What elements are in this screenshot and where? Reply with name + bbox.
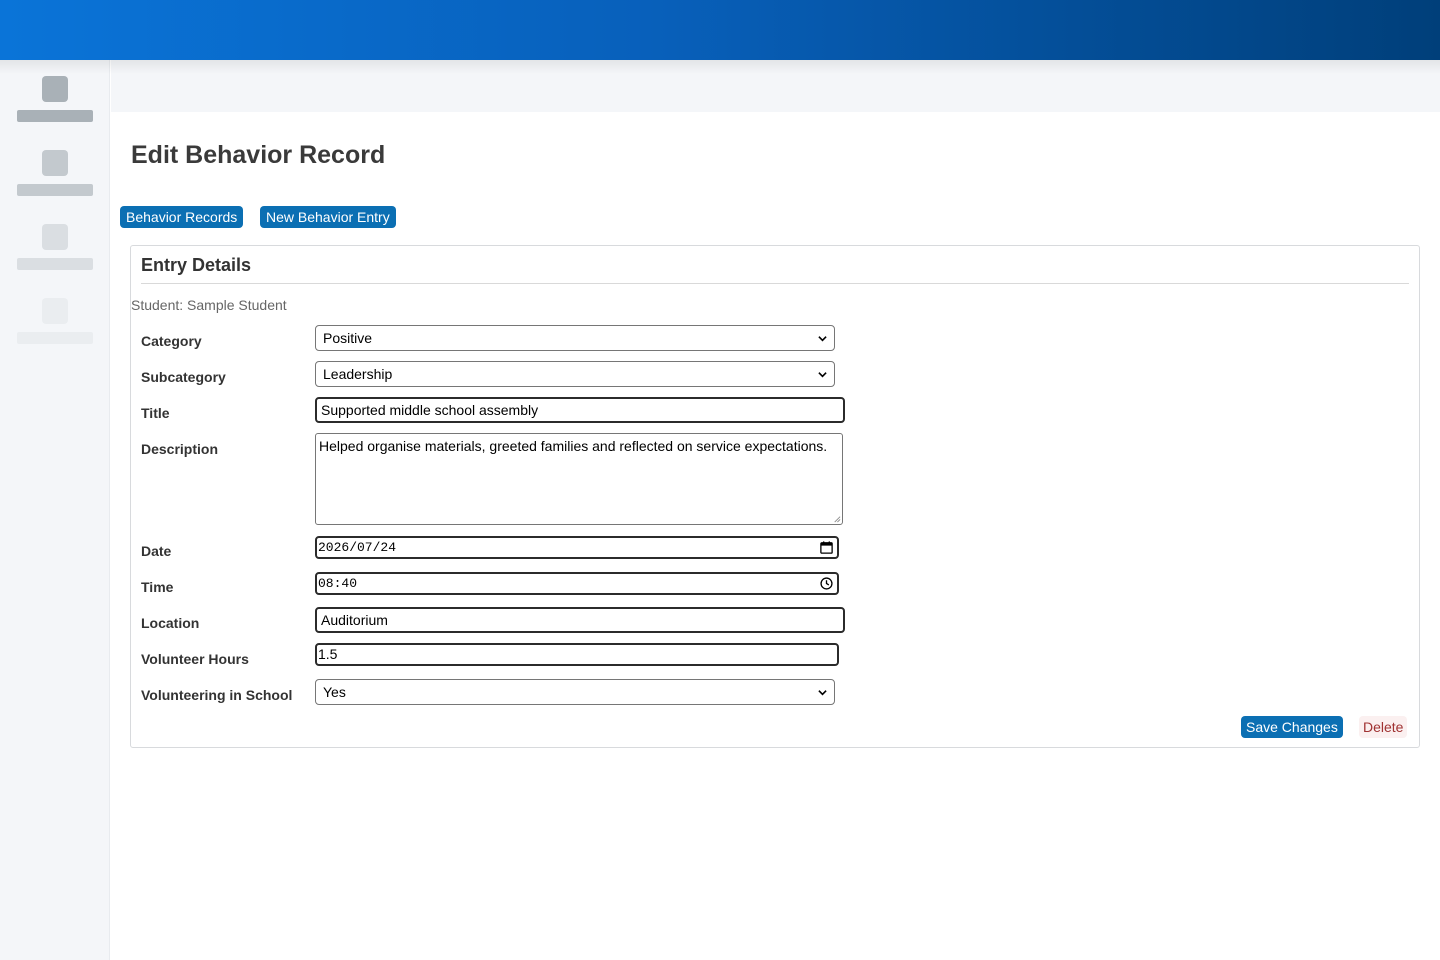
volunteer-hours-input[interactable]: 1.5 [315,643,839,666]
description-label: Description [141,441,219,457]
clock-icon[interactable] [819,576,834,591]
sidebar-item-3-icon [42,224,68,250]
sidebar-item-4[interactable] [17,298,93,348]
description-textarea[interactable]: Helped organise materials, greeted famil… [315,433,843,525]
delete-button[interactable]: Delete [1359,716,1408,738]
sidebar-item-1-icon [42,76,68,102]
subcategory-select[interactable]: Leadership [315,361,835,387]
volunteering-in-school-select[interactable]: Yes [315,679,835,705]
sidebar-item-2-icon [42,150,68,176]
sidebar-item-1[interactable] [17,76,93,126]
category-value: Positive [323,330,373,346]
entry-details-card: Entry Details Student: Sample Student Ca… [130,245,1420,748]
time-input[interactable]: 08:40 [315,572,839,595]
volunteering-in-school-label: Volunteering in School [141,687,293,703]
category-label: Category [141,333,202,349]
date-input[interactable]: 2026/07/24 [315,536,839,559]
chevron-down-icon [818,690,827,696]
location-input[interactable]: Auditorium [315,607,845,633]
student-name: Student: Sample Student [131,297,287,313]
calendar-icon[interactable] [819,540,834,555]
sidebar-item-3-label-placeholder [17,258,93,270]
volunteering-in-school-value: Yes [323,684,346,700]
sidebar [0,60,110,960]
description-value: Helped organise materials, greeted famil… [319,438,828,454]
chevron-down-icon [818,372,827,378]
time-label: Time [141,579,174,595]
date-label: Date [141,543,172,559]
subcategory-value: Leadership [323,366,393,382]
date-value: 2026/07/24 [318,540,397,555]
new-behavior-entry-button[interactable]: New Behavior Entry [260,206,396,228]
behavior-records-button[interactable]: Behavior Records [120,206,244,228]
save-changes-button[interactable]: Save Changes [1241,716,1343,738]
sidebar-item-2-label-placeholder [17,184,93,196]
card-divider [141,283,1409,284]
sidebar-item-4-icon [42,298,68,324]
category-select[interactable]: Positive [315,325,835,351]
subcategory-label: Subcategory [141,369,226,385]
chevron-down-icon [818,336,827,342]
sidebar-item-3[interactable] [17,224,93,274]
resize-grip-icon[interactable] [832,514,841,523]
card-title: Entry Details [141,255,252,275]
sub-header [111,60,1440,112]
sidebar-item-1-label-placeholder [17,110,93,122]
sidebar-item-2[interactable] [17,150,93,200]
title-input[interactable]: Supported middle school assembly [315,397,845,423]
top-header-bar [0,0,1440,60]
time-value: 08:40 [318,576,358,591]
page-title: Edit Behavior Record [131,141,386,169]
location-label: Location [141,615,200,631]
sidebar-item-4-label-placeholder [17,332,93,344]
volunteer-hours-label: Volunteer Hours [141,651,249,667]
title-label: Title [141,405,170,421]
